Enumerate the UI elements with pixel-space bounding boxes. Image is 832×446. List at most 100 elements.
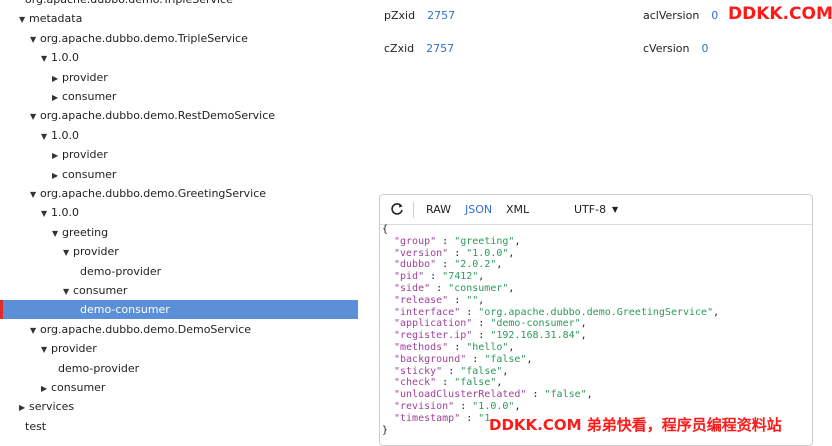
triangle-down-icon[interactable]	[63, 243, 73, 262]
tree-node[interactable]: consumer	[0, 165, 358, 184]
json-colon: :	[436, 235, 455, 247]
triangle-down-icon[interactable]	[63, 282, 73, 301]
triangle-right-icon[interactable]	[41, 379, 51, 398]
json-comma: ,	[508, 283, 515, 294]
tree-node[interactable]: 1.0.0	[0, 126, 358, 145]
json-colon: :	[466, 353, 485, 365]
tree-node[interactable]: org.apache.dubbo.demo.DemoService	[0, 320, 358, 339]
json-value: "org.apache.dubbo.demo.GreetingService"	[478, 306, 714, 318]
tree-node-label: demo-consumer	[80, 303, 170, 317]
json-key: "check"	[394, 377, 437, 389]
json-line: "timestamp" : "1	[394, 413, 490, 425]
tree-node[interactable]: 1.0.0	[0, 48, 358, 67]
json-comma: ,	[478, 294, 485, 306]
tree-node[interactable]: consumer	[0, 87, 358, 106]
tree-node[interactable]: provider	[0, 145, 358, 164]
encoding-select[interactable]: UTF-8	[574, 203, 606, 217]
tree-node-label: consumer	[73, 284, 128, 297]
triangle-right-icon[interactable]	[19, 398, 29, 417]
tree-node-label: consumer	[62, 90, 117, 103]
tree-node[interactable]: greeting	[0, 223, 358, 242]
pzxid-label: pZxid	[384, 9, 416, 22]
json-value: ""	[466, 294, 479, 306]
triangle-down-icon[interactable]	[30, 107, 40, 126]
chevron-down-icon[interactable]: ▼	[612, 205, 618, 214]
json-line: "check" : "false",	[394, 377, 502, 389]
triangle-down-icon[interactable]	[30, 321, 40, 340]
tree-node[interactable]: test	[0, 417, 358, 436]
triangle-right-icon[interactable]	[52, 69, 62, 88]
triangle-down-icon[interactable]	[41, 204, 51, 223]
tree-node[interactable]: demo-consumer	[0, 300, 358, 320]
json-value: "consumer"	[448, 283, 509, 294]
json-value: "false"	[544, 389, 587, 401]
tree-node[interactable]: provider	[0, 68, 358, 87]
tree-node[interactable]: provider	[0, 242, 358, 261]
json-key: "group"	[394, 235, 437, 247]
json-line: "pid" : "7412",	[394, 271, 484, 283]
json-colon: :	[460, 412, 479, 424]
tree-panel: org.apache.dubbo.demo.TripleService metad…	[0, 0, 358, 436]
aclversion-stat: aclVersion 0	[643, 9, 718, 23]
tree-node-label: consumer	[62, 167, 117, 181]
json-key: "version"	[394, 247, 449, 259]
json-line: "unloadClusterRelated" : "false",	[394, 389, 593, 401]
json-comma: ,	[514, 235, 521, 247]
json-value: "demo-consumer"	[490, 318, 581, 330]
triangle-down-icon[interactable]	[52, 224, 62, 243]
triangle-right-icon[interactable]	[52, 146, 62, 165]
json-colon: :	[526, 389, 545, 401]
tree-node[interactable]: provider	[0, 339, 358, 358]
json-key: "dubbo"	[394, 259, 437, 271]
triangle-down-icon[interactable]	[19, 10, 29, 29]
data-viewer: RAW JSON XML UTF-8 ▼ {"group" : "greetin…	[379, 194, 813, 446]
triangle-down-icon[interactable]	[30, 185, 40, 204]
json-line: "background" : "false",	[394, 354, 533, 366]
triangle-down-icon[interactable]	[41, 340, 51, 359]
json-line: "group" : "greeting",	[394, 236, 520, 248]
toolbar-divider	[413, 202, 414, 218]
json-colon: :	[436, 259, 455, 271]
tree-node[interactable]: services	[0, 397, 358, 416]
tree-node[interactable]: org.apache.dubbo.demo.TripleService	[0, 29, 358, 48]
json-colon: :	[472, 318, 491, 330]
tree-node-label: provider	[62, 70, 108, 84]
json-line: "side" : "consumer",	[394, 283, 514, 295]
json-colon: :	[448, 342, 467, 353]
tree-node[interactable]: demo-provider	[0, 359, 358, 378]
tree-node-label: metadata	[29, 12, 83, 26]
tree-node-label: demo-provider	[80, 264, 162, 278]
tree-node-label: 1.0.0	[51, 51, 79, 65]
triangle-down-icon[interactable]	[41, 49, 51, 68]
tree-node[interactable]: org.apache.dubbo.demo.GreetingService	[0, 184, 358, 203]
triangle-right-icon[interactable]	[52, 88, 62, 107]
triangle-right-icon[interactable]	[52, 166, 62, 185]
json-comma: ,	[502, 365, 509, 377]
tree-node[interactable]: demo-provider	[0, 262, 358, 281]
tree-node-label: org.apache.dubbo.demo.RestDemoService	[40, 109, 276, 123]
tab-raw[interactable]: RAW	[426, 203, 451, 217]
json-key: "sticky"	[394, 365, 443, 377]
refresh-icon[interactable]	[389, 201, 405, 217]
tree-node[interactable]: consumer	[0, 378, 358, 397]
json-line: "sticky" : "false",	[394, 366, 508, 378]
triangle-down-icon[interactable]	[30, 30, 40, 49]
tab-json[interactable]: JSON	[465, 203, 492, 217]
json-content: {"group" : "greeting", "version" : "1.0.0…	[380, 224, 812, 445]
tree-node[interactable]: org.apache.dubbo.demo.RestDemoService	[0, 106, 358, 125]
json-line: "methods" : "hello",	[394, 342, 514, 354]
tree-node[interactable]: 1.0.0	[0, 203, 358, 222]
json-value: "false"	[460, 365, 503, 377]
json-comma: ,	[586, 389, 593, 401]
tree-node[interactable]: consumer	[0, 281, 358, 300]
tree-node[interactable]: org.apache.dubbo.demo.TripleService	[0, 0, 358, 9]
json-comma: ,	[713, 306, 720, 318]
pzxid-value: 2757	[427, 9, 456, 22]
tab-xml[interactable]: XML	[506, 203, 529, 217]
watermark-top: DDKK.COM	[728, 4, 832, 24]
json-comma: ,	[580, 330, 587, 342]
triangle-down-icon[interactable]	[41, 127, 51, 146]
tree-node-label: provider	[73, 245, 119, 259]
czxid-value: 2757	[426, 42, 455, 55]
tree-node[interactable]: metadata	[0, 9, 358, 28]
